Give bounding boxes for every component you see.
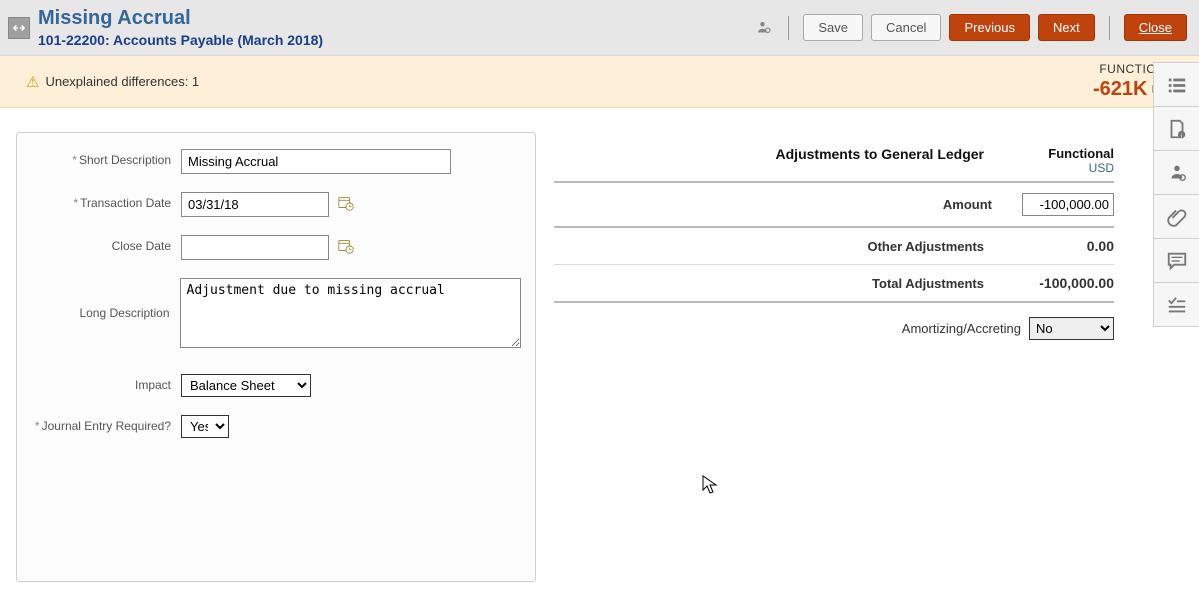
row-short-description: *Short Description xyxy=(31,149,521,174)
rail-comment-icon[interactable] xyxy=(1153,238,1199,283)
row-amortizing: Amortizing/Accreting No xyxy=(554,301,1114,340)
summary-heading: Adjustments to General Ledger xyxy=(554,146,1014,175)
label-long-description: Long Description xyxy=(31,278,180,320)
previous-button[interactable]: Previous xyxy=(949,14,1030,41)
separator xyxy=(1109,16,1110,40)
save-button[interactable]: Save xyxy=(803,14,863,41)
close-date-picker-button[interactable] xyxy=(335,235,357,257)
summary-currency-heading: Functional xyxy=(1014,146,1114,161)
transaction-date-input[interactable] xyxy=(181,192,329,217)
row-journal-entry: *Journal Entry Required? Yes xyxy=(31,415,521,438)
label-short-description: *Short Description xyxy=(31,149,181,167)
separator xyxy=(788,16,789,40)
row-other-adjustments: Other Adjustments 0.00 xyxy=(554,228,1114,265)
value-other-adjustments: 0.00 xyxy=(1014,238,1114,254)
amount-input[interactable] xyxy=(1022,193,1114,216)
label-total-adjustments: Total Adjustments xyxy=(554,276,1014,291)
summary-currency-code: USD xyxy=(1014,161,1114,175)
short-description-input[interactable] xyxy=(181,149,451,174)
impact-select[interactable]: Balance Sheet xyxy=(181,374,311,397)
warning-text: Unexplained differences: 1 xyxy=(45,74,199,89)
cancel-button[interactable]: Cancel xyxy=(871,14,941,41)
row-total-adjustments: Total Adjustments -100,000.00 xyxy=(554,265,1114,301)
warning-message: ⚠ Unexplained differences: 1 xyxy=(26,73,199,91)
row-close-date: Close Date xyxy=(31,235,521,260)
summary-panel: Adjustments to General Ledger Functional… xyxy=(554,132,1114,582)
collapse-toggle[interactable] xyxy=(8,17,30,39)
next-button[interactable]: Next xyxy=(1038,14,1095,41)
label-impact: Impact xyxy=(31,374,181,392)
row-long-description: Long Description Adjustment due to missi… xyxy=(31,278,521,348)
header-actions: Save Cancel Previous Next Close xyxy=(754,14,1187,41)
row-transaction-date: *Transaction Date xyxy=(31,192,521,217)
label-other-adjustments: Other Adjustments xyxy=(554,239,1014,254)
page-header: Missing Accrual 101-22200: Accounts Paya… xyxy=(0,0,1199,56)
journal-entry-select[interactable]: Yes xyxy=(181,415,229,438)
title-block: Missing Accrual 101-22200: Accounts Paya… xyxy=(38,7,323,48)
label-amount: Amount xyxy=(554,197,1022,212)
rail-list-icon[interactable] xyxy=(1153,62,1199,107)
rail-checklist-icon[interactable] xyxy=(1153,282,1199,327)
long-description-textarea[interactable]: Adjustment due to missing accrual xyxy=(180,278,521,348)
page-subtitle: 101-22200: Accounts Payable (March 2018) xyxy=(38,32,323,48)
row-impact: Impact Balance Sheet xyxy=(31,374,521,397)
page-title: Missing Accrual xyxy=(38,7,323,30)
right-rail: i xyxy=(1153,62,1199,326)
warning-icon: ⚠ xyxy=(26,73,39,91)
close-button[interactable]: Close xyxy=(1124,14,1187,41)
main-content: *Short Description *Transaction Date Clo… xyxy=(0,108,1130,598)
label-transaction-date: *Transaction Date xyxy=(31,192,181,210)
user-settings-icon[interactable] xyxy=(754,18,774,38)
label-journal-entry: *Journal Entry Required? xyxy=(31,415,181,433)
summary-header: Adjustments to General Ledger Functional… xyxy=(554,142,1114,183)
status-banner: ⚠ Unexplained differences: 1 FUNCTIONAL … xyxy=(0,56,1199,108)
close-date-input[interactable] xyxy=(181,235,329,260)
rail-user-config-icon[interactable] xyxy=(1153,150,1199,195)
label-close-date: Close Date xyxy=(31,235,181,253)
transaction-date-picker-button[interactable] xyxy=(335,192,357,214)
row-amount: Amount xyxy=(554,183,1114,228)
rail-document-info-icon[interactable]: i xyxy=(1153,106,1199,151)
rail-attachment-icon[interactable] xyxy=(1153,194,1199,239)
label-amortizing: Amortizing/Accreting xyxy=(902,321,1021,336)
value-total-adjustments: -100,000.00 xyxy=(1014,275,1114,291)
details-panel: *Short Description *Transaction Date Clo… xyxy=(16,132,536,582)
svg-text:i: i xyxy=(1180,133,1181,139)
amortizing-select[interactable]: No xyxy=(1029,317,1114,340)
functional-value: -621K xyxy=(1093,77,1147,101)
